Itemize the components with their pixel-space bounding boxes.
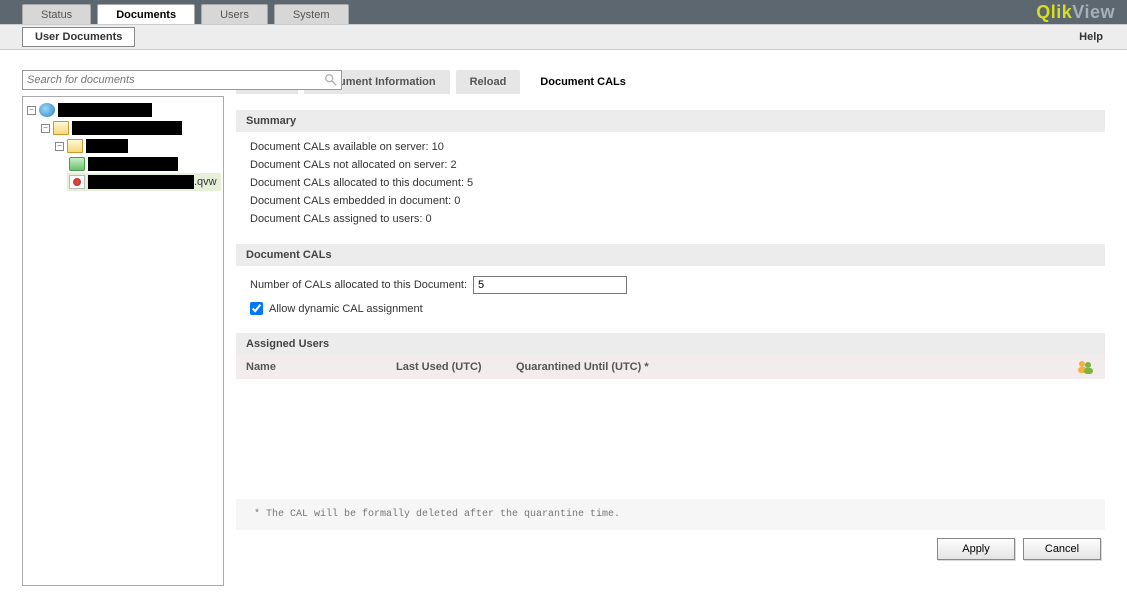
tree-doc-selected[interactable]: .qvw [67, 173, 221, 191]
tab-system[interactable]: System [274, 4, 349, 24]
redacted-label [88, 175, 194, 189]
left-pane: − − − .qvw [22, 70, 224, 593]
summary-line: Document CALs embedded in document: 0 [250, 192, 1091, 210]
alloc-input[interactable] [473, 276, 627, 294]
subtab-user-documents[interactable]: User Documents [22, 27, 135, 47]
apply-button[interactable]: Apply [937, 538, 1015, 560]
col-name[interactable]: Name [246, 361, 396, 373]
summary-line: Document CALs available on server: 10 [250, 138, 1091, 156]
col-last-used[interactable]: Last Used (UTC) [396, 361, 516, 373]
redacted-label [86, 139, 128, 153]
folder-open-icon [53, 121, 69, 135]
document-icon [69, 157, 85, 171]
summary-line: Document CALs not allocated on server: 2 [250, 156, 1091, 174]
manage-users-icon[interactable] [1077, 360, 1095, 374]
redacted-label [72, 121, 182, 135]
redacted-label [58, 103, 152, 117]
tab-documents[interactable]: Documents [97, 4, 195, 24]
content-pane: Server Document Information Reload Docum… [236, 70, 1105, 593]
button-row: Apply Cancel [236, 530, 1105, 568]
qvw-file-icon [69, 175, 85, 189]
inner-tabs: Server Document Information Reload Docum… [236, 70, 1105, 94]
file-extension: .qvw [194, 176, 217, 188]
redacted-label [88, 157, 178, 171]
search-wrap [22, 70, 342, 90]
itab-doccals[interactable]: Document CALs [526, 70, 640, 94]
brand-logo: QlikView [1036, 2, 1115, 23]
search-input[interactable] [22, 70, 342, 90]
document-tree[interactable]: − − − .qvw [22, 96, 224, 586]
collapse-icon[interactable]: − [27, 106, 36, 115]
allow-dynamic-checkbox[interactable] [250, 302, 263, 315]
section-doccals-head: Document CALs [236, 244, 1105, 266]
tab-users[interactable]: Users [201, 4, 268, 24]
alloc-label: Number of CALs allocated to this Documen… [250, 279, 467, 291]
sub-header: User Documents Help [0, 24, 1127, 50]
tab-status[interactable]: Status [22, 4, 91, 24]
summary-line: Document CALs allocated to this document… [250, 174, 1091, 192]
itab-reload[interactable]: Reload [456, 70, 521, 94]
help-link[interactable]: Help [1079, 31, 1103, 43]
footnote: * The CAL will be formally deleted after… [236, 499, 1105, 530]
section-assigned-head: Assigned Users [236, 333, 1105, 355]
collapse-icon[interactable]: − [41, 124, 50, 133]
section-doccals-body: Number of CALs allocated to this Documen… [236, 266, 1105, 323]
section-summary-body: Document CALs available on server: 10 Do… [236, 132, 1105, 234]
search-icon [324, 73, 338, 87]
tree-folder-2[interactable]: − [53, 137, 221, 155]
collapse-icon[interactable]: − [55, 142, 64, 151]
assigned-grid-header: Name Last Used (UTC) Quarantined Until (… [236, 355, 1105, 379]
cancel-button[interactable]: Cancel [1023, 538, 1101, 560]
summary-line: Document CALs assigned to users: 0 [250, 210, 1091, 228]
tree-root[interactable]: − [25, 101, 221, 119]
col-quarantined[interactable]: Quarantined Until (UTC) * [516, 361, 1095, 373]
allow-dynamic-label: Allow dynamic CAL assignment [269, 303, 423, 315]
globe-icon [39, 103, 55, 117]
section-summary-head: Summary [236, 110, 1105, 132]
assigned-grid-body [236, 379, 1105, 499]
tree-folder-1[interactable]: − [39, 119, 221, 137]
folder-open-icon [67, 139, 83, 153]
top-nav: Status Documents Users System QlikView [0, 0, 1127, 24]
tree-doc-1[interactable] [67, 155, 221, 173]
